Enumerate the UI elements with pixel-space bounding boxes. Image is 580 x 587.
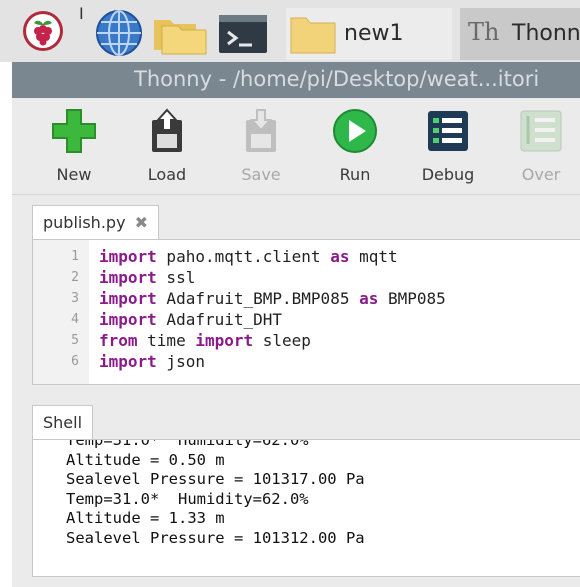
editor-tab-label: publish.py: [43, 213, 126, 232]
load-icon: [152, 108, 182, 152]
step-over-button-label: Over: [521, 165, 561, 184]
line-number: 3: [71, 291, 79, 306]
shell-output-line: Temp=31.0* Humidity=62.0%: [66, 439, 309, 449]
shell-output-line: Sealevel Pressure = 101312.00 Pa: [66, 528, 365, 547]
toolbar: New Load Save Run Debug Over: [12, 98, 580, 195]
code-token: sleep: [253, 331, 311, 350]
thonny-logo-icon: Th: [468, 18, 500, 46]
line-number: 6: [71, 354, 79, 369]
shell-tab-label: Shell: [43, 413, 83, 432]
code-token: BMP085: [378, 289, 446, 308]
shell-output-line: Sealevel Pressure = 101317.00 Pa: [66, 470, 365, 488]
load-button[interactable]: Load: [132, 106, 202, 184]
keyword-token: import: [99, 352, 157, 371]
keyword-token: import: [99, 247, 157, 266]
line-number: 2: [71, 270, 79, 285]
line-number: 1: [71, 249, 79, 264]
run-button-label: Run: [339, 165, 371, 184]
run-icon: [333, 109, 377, 153]
code-line: import Adafruit_BMP.BMP085 as BMP085: [99, 289, 446, 308]
new-button[interactable]: New: [39, 106, 109, 184]
line-number: 4: [71, 312, 79, 327]
text-cursor-indicator: I: [79, 4, 84, 23]
debug-button-label: Debug: [421, 165, 475, 184]
keyword-token: import: [99, 310, 157, 329]
keyword-token: import: [99, 289, 157, 308]
shell-tab[interactable]: Shell: [32, 405, 94, 440]
save-button[interactable]: Save: [226, 106, 296, 184]
raspberry-pi-menu-icon[interactable]: [22, 10, 64, 52]
code-line: import ssl: [99, 268, 195, 287]
code-token: time: [137, 331, 196, 350]
save-button-label: Save: [241, 165, 281, 184]
keyword-token: as: [359, 289, 379, 308]
shell-console[interactable]: Temp=31.0* Humidity=62.0% Altitude = 0.50…: [32, 439, 580, 577]
save-icon: [246, 109, 276, 152]
taskbar-item-label: Thonny: [512, 21, 580, 46]
taskbar-item-label: new1: [344, 21, 404, 46]
keyword-token: import: [99, 268, 157, 287]
step-over-icon: [520, 110, 562, 152]
editor-pane: publish.py ✖ 1 2 3 4 5 6 import paho.mqtt.cli…: [12, 195, 580, 397]
shell-output-line: Altitude = 1.33 m: [66, 509, 225, 527]
window-title: Thonny - /home/pi/Desktop/weat...itori: [134, 67, 540, 91]
shell-output-line: Temp=31.0* Humidity=62.0%: [66, 489, 309, 508]
shell-output-line: Altitude = 0.50 m: [66, 450, 225, 469]
code-line: from time import sleep: [99, 331, 311, 350]
editor-tab-publish[interactable]: publish.py ✖: [32, 205, 160, 240]
file-manager-icon[interactable]: [152, 12, 208, 56]
new-button-label: New: [56, 165, 92, 184]
terminal-icon[interactable]: [218, 14, 268, 54]
line-number-gutter: 1 2 3 4 5 6: [33, 240, 89, 384]
window-title-bar[interactable]: Thonny - /home/pi/Desktop/weat...itori: [12, 62, 580, 98]
code-token: paho.mqtt.client: [156, 247, 331, 266]
run-button[interactable]: Run: [320, 106, 390, 184]
code-line: import json: [99, 352, 205, 371]
code-token: ssl: [156, 268, 196, 287]
code-token: Adafruit_DHT: [156, 310, 283, 329]
code-token: mqtt: [349, 247, 398, 266]
taskbar: I new1 Th Thonny: [0, 0, 580, 62]
code-editor[interactable]: 123456 import paho.mqtt.client as mqtt im…: [32, 239, 580, 385]
line-number: 5: [71, 333, 79, 348]
taskbar-item-thonny[interactable]: Th Thonny: [460, 8, 580, 60]
folder-icon: [290, 17, 336, 54]
keyword-token: import: [195, 331, 254, 350]
shell-pane: Shell Temp=31.0* Humidity=62.0% Altitude …: [12, 397, 580, 587]
web-browser-icon[interactable]: [94, 8, 144, 58]
debug-icon: [428, 111, 468, 151]
load-button-label: Load: [147, 165, 187, 184]
keyword-token: from: [99, 331, 138, 350]
close-tab-icon[interactable]: ✖: [135, 213, 148, 232]
step-over-button[interactable]: Over: [506, 106, 576, 184]
plus-icon: [52, 109, 96, 153]
keyword-token: as: [330, 247, 350, 266]
code-token: json: [156, 352, 205, 371]
code-line: import Adafruit_DHT: [99, 310, 282, 329]
debug-button[interactable]: Debug: [413, 106, 483, 184]
code-line: import paho.mqtt.client as mqtt: [99, 247, 398, 266]
taskbar-item-new1[interactable]: new1: [286, 8, 452, 60]
code-token: Adafruit_BMP.BMP085: [156, 289, 360, 308]
